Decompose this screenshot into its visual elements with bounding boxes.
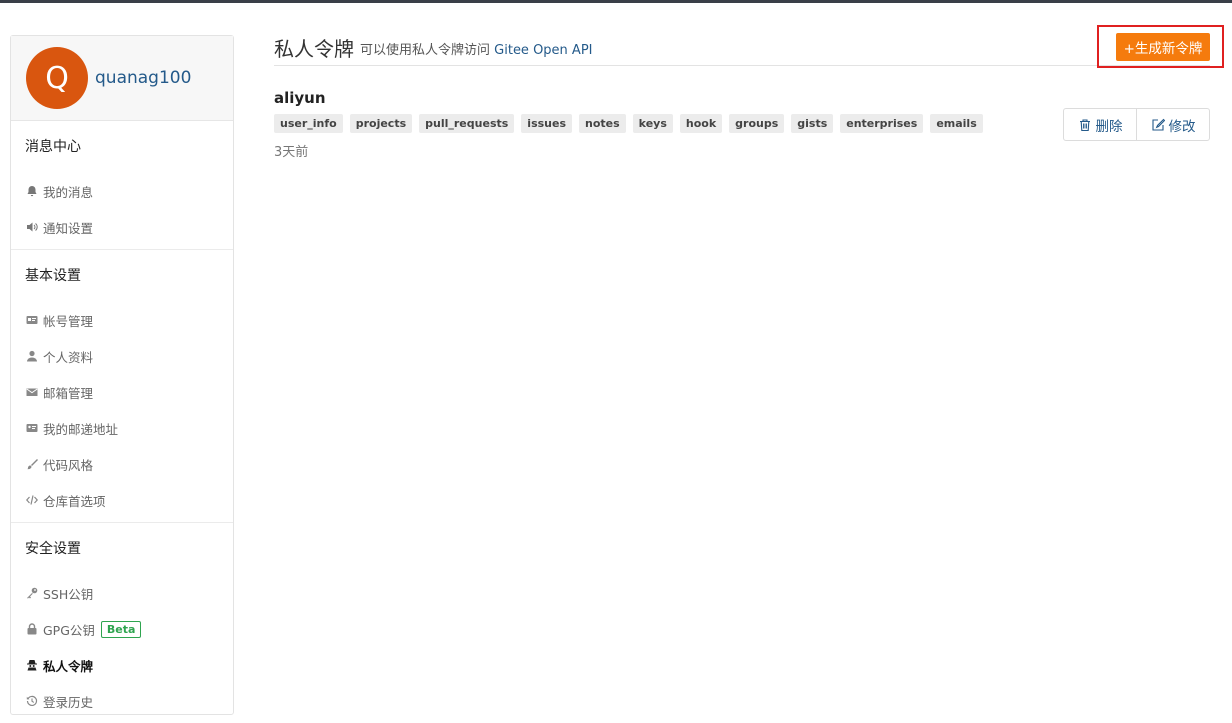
settings-sidebar: Q quanag100 消息中心 我的消息 通知设置 基本设置 帐号管理 个人资… xyxy=(10,35,234,715)
beta-badge: Beta xyxy=(100,620,142,638)
sidebar-item-login-history[interactable]: 登录历史 xyxy=(11,683,233,719)
avatar[interactable]: Q xyxy=(26,47,88,109)
sidebar-item-label: 私人令牌 xyxy=(43,658,94,674)
token-name: aliyun xyxy=(274,89,326,107)
scope-tag: user_info xyxy=(274,114,343,133)
scope-tag: enterprises xyxy=(840,114,924,133)
envelope-icon xyxy=(25,386,38,399)
scope-tag: pull_requests xyxy=(419,114,515,133)
trash-icon xyxy=(1079,118,1090,131)
edit-token-button[interactable]: 修改 xyxy=(1136,109,1209,140)
sidebar-group-basic: 基本设置 帐号管理 个人资料 邮箱管理 我的邮递地址 代码风格 仓库首选项 xyxy=(11,250,233,523)
sidebar-group-title: 基本设置 xyxy=(25,268,81,284)
gitee-open-api-link[interactable]: Gitee Open API xyxy=(494,43,592,58)
sidebar-item-gpg-keys[interactable]: GPG公钥 Beta xyxy=(11,611,233,647)
delete-token-button[interactable]: 删除 xyxy=(1064,109,1136,140)
token-actions: 删除 修改 xyxy=(1063,108,1210,141)
sidebar-item-account[interactable]: 帐号管理 xyxy=(11,302,233,338)
page-subtitle: 可以使用私人令牌访问 Gitee Open API xyxy=(360,39,593,58)
scope-tag: projects xyxy=(349,114,413,133)
sidebar-item-profile[interactable]: 个人资料 xyxy=(11,338,233,374)
scope-tag: gists xyxy=(791,114,834,133)
username-link[interactable]: quanag100 xyxy=(95,68,191,88)
page-title: 私人令牌 xyxy=(274,37,354,61)
address-card-icon xyxy=(25,422,38,435)
top-bar xyxy=(0,0,1232,3)
sidebar-item-email[interactable]: 邮箱管理 xyxy=(11,374,233,410)
sidebar-item-private-tokens[interactable]: 私人令牌 xyxy=(11,647,233,683)
token-created-time: 3天前 xyxy=(274,145,309,160)
sidebar-item-label: 登录历史 xyxy=(43,694,94,710)
scope-tag: groups xyxy=(729,114,785,133)
sidebar-item-label: 仓库首选项 xyxy=(43,493,106,509)
user-secret-icon xyxy=(25,659,38,672)
volume-icon xyxy=(25,221,38,234)
scope-tag: keys xyxy=(632,114,673,133)
scope-tag: issues xyxy=(521,114,573,133)
sidebar-item-label: SSH公钥 xyxy=(43,586,94,602)
sidebar-group-messages: 消息中心 我的消息 通知设置 xyxy=(11,121,233,250)
sidebar-item-label: 邮箱管理 xyxy=(43,385,94,401)
sidebar-item-label: 通知设置 xyxy=(43,220,94,236)
sidebar-item-code-style[interactable]: 代码风格 xyxy=(11,446,233,482)
sidebar-item-label: 代码风格 xyxy=(43,457,94,473)
sidebar-group-title: 安全设置 xyxy=(25,541,81,557)
sidebar-item-ssh-keys[interactable]: SSH公钥 xyxy=(11,575,233,611)
bell-icon xyxy=(25,185,38,198)
key-icon xyxy=(25,587,38,600)
page-header: 私人令牌 可以使用私人令牌访问 Gitee Open API xyxy=(274,28,1210,66)
generate-token-button[interactable]: +生成新令牌 xyxy=(1116,33,1210,61)
sidebar-item-label: 个人资料 xyxy=(43,349,94,365)
sidebar-item-repo-preferences[interactable]: 仓库首选项 xyxy=(11,482,233,518)
edit-label: 修改 xyxy=(1168,118,1196,135)
scope-tag: hook xyxy=(679,114,723,133)
sidebar-group-security: 安全设置 SSH公钥 GPG公钥 Beta 私人令牌 登录历史 xyxy=(11,523,233,723)
sidebar-item-label: 我的邮递地址 xyxy=(43,421,119,437)
user-icon xyxy=(25,350,38,363)
code-icon xyxy=(25,494,38,507)
page-subtitle-text: 可以使用私人令牌访问 xyxy=(360,43,491,58)
sidebar-item-label: 帐号管理 xyxy=(43,313,94,329)
sidebar-item-my-messages[interactable]: 我的消息 xyxy=(11,173,233,209)
sidebar-item-notification-settings[interactable]: 通知设置 xyxy=(11,209,233,245)
scope-tag: notes xyxy=(579,114,626,133)
sidebar-group-title: 消息中心 xyxy=(25,139,81,155)
scope-tag: emails xyxy=(930,114,983,133)
sidebar-item-label: 我的消息 xyxy=(43,184,94,200)
delete-label: 删除 xyxy=(1095,118,1123,135)
history-icon xyxy=(25,695,38,708)
edit-icon xyxy=(1151,118,1165,131)
paint-brush-icon xyxy=(25,458,38,471)
sidebar-item-address[interactable]: 我的邮递地址 xyxy=(11,410,233,446)
profile-card: Q quanag100 xyxy=(11,36,233,121)
lock-icon xyxy=(25,623,38,636)
sidebar-item-label: GPG公钥 xyxy=(43,622,95,638)
id-card-icon xyxy=(25,314,38,327)
